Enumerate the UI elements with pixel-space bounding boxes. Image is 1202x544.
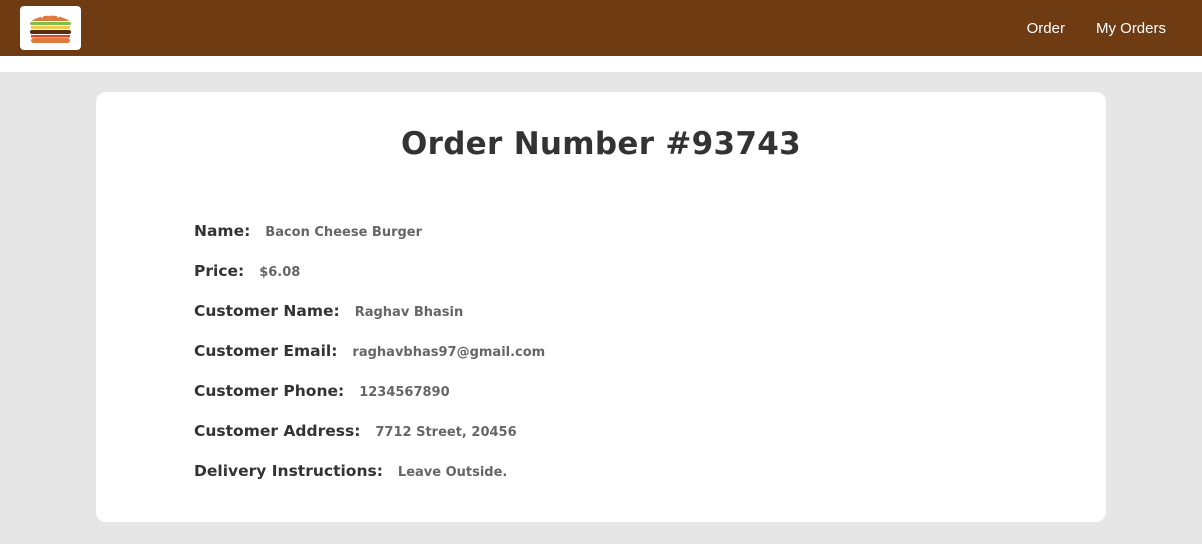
field-value: Leave Outside.	[397, 465, 508, 480]
field-value: $6.08	[259, 265, 301, 280]
field-value: 7712 Street, 20456	[375, 425, 517, 440]
field-value: Bacon Cheese Burger	[265, 225, 423, 240]
field-label: Customer Email:	[194, 342, 338, 360]
detail-row-customer-address: Customer Address: 7712 Street, 20456	[194, 422, 545, 462]
order-details-card: Order Number #93743 Name: Bacon Cheese B…	[96, 92, 1106, 522]
navbar: Order My Orders	[0, 0, 1202, 56]
detail-row-customer-email: Customer Email: raghavbhas97@gmail.com	[194, 342, 545, 382]
burger-icon	[30, 14, 71, 43]
logo[interactable]	[20, 6, 81, 50]
nav-link-order[interactable]: Order	[1027, 20, 1065, 37]
field-label: Customer Phone:	[194, 382, 345, 400]
field-label: Name:	[194, 222, 251, 240]
nav-link-my-orders[interactable]: My Orders	[1096, 20, 1166, 37]
detail-row-customer-name: Customer Name: Raghav Bhasin	[194, 302, 545, 342]
order-details-list: Name: Bacon Cheese Burger Price: $6.08 C…	[194, 222, 545, 502]
field-label: Delivery Instructions:	[194, 462, 383, 480]
detail-row-price: Price: $6.08	[194, 262, 545, 302]
detail-row-customer-phone: Customer Phone: 1234567890	[194, 382, 545, 422]
page-title: Order Number #93743	[400, 126, 802, 162]
field-value: raghavbhas97@gmail.com	[352, 345, 546, 360]
field-value: Raghav Bhasin	[354, 305, 464, 320]
detail-row-delivery-instructions: Delivery Instructions: Leave Outside.	[194, 462, 545, 502]
field-label: Customer Name:	[194, 302, 340, 320]
header-spacer	[0, 56, 1202, 72]
field-label: Customer Address:	[194, 422, 361, 440]
field-label: Price:	[194, 262, 245, 280]
field-value: 1234567890	[359, 385, 450, 400]
detail-row-name: Name: Bacon Cheese Burger	[194, 222, 545, 262]
